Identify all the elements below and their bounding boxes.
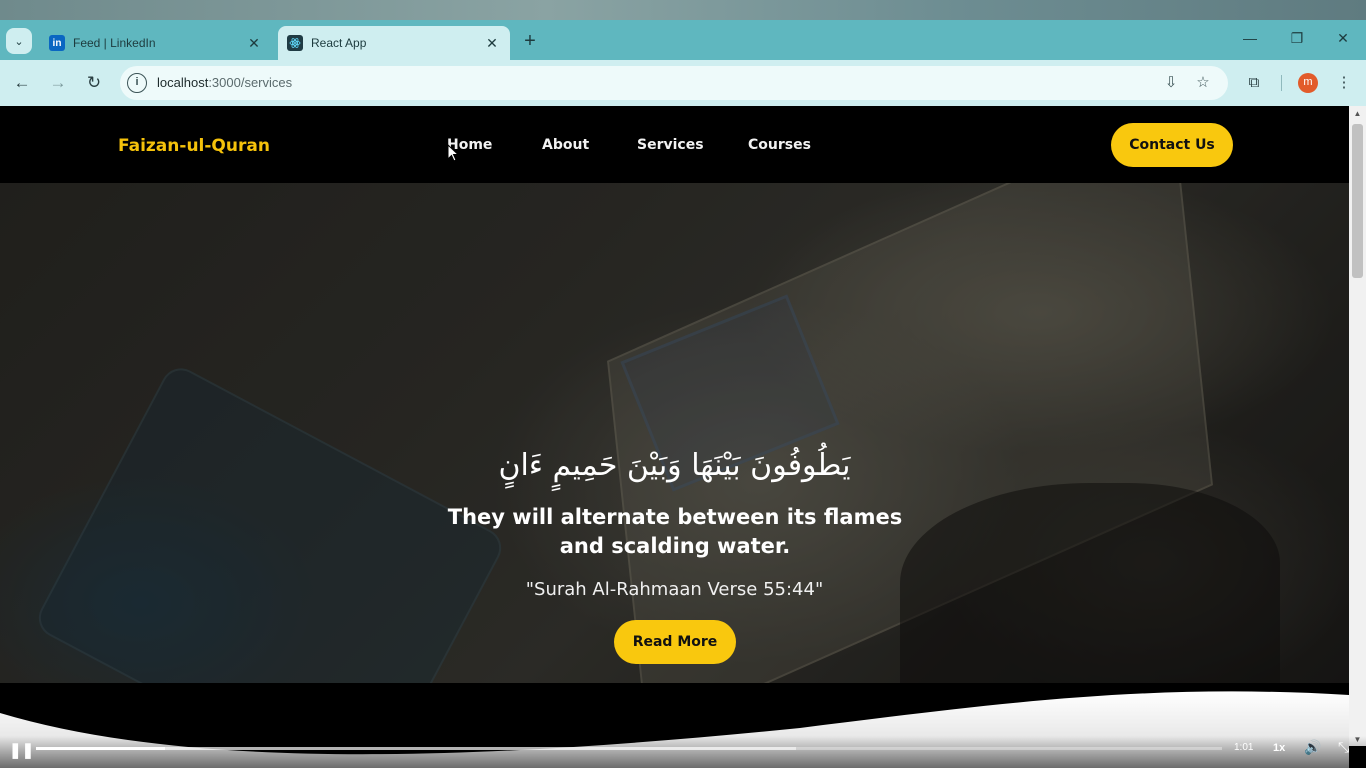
menu-kebab-icon[interactable]: ⋮ — [1333, 72, 1355, 94]
install-app-icon[interactable]: ⇩ — [1161, 73, 1181, 93]
nav-link-services[interactable]: Services — [637, 137, 704, 153]
scrollbar-thumb[interactable] — [1352, 124, 1363, 278]
playback-speed-button[interactable]: 1x — [1273, 742, 1285, 754]
close-tab-icon[interactable]: ✕ — [244, 35, 264, 52]
page-scrollbar[interactable]: ▲ ▼ — [1349, 106, 1366, 746]
hero-dark-overlay — [0, 183, 1349, 683]
tab-title: React App — [311, 36, 367, 50]
exit-fullscreen-icon[interactable]: ⤡ — [1338, 739, 1349, 756]
extensions-icon[interactable]: ⧉ — [1243, 72, 1265, 94]
site-navbar: Faizan-ul-Quran Home About Services Cour… — [0, 106, 1349, 183]
volume-icon[interactable]: 🔊 — [1304, 739, 1321, 756]
toolbar-divider — [1281, 75, 1282, 91]
video-time: 1:01 — [1234, 742, 1254, 753]
forward-arrow-icon[interactable]: → — [46, 71, 70, 95]
mouse-cursor-icon — [447, 144, 459, 162]
verse-translation: They will alternate between its flames a… — [447, 505, 903, 558]
browser-tab-bar: ⌄ in Feed | LinkedIn ✕ React App ✕ + — ❐… — [0, 20, 1366, 60]
tab-search-button[interactable]: ⌄ — [6, 28, 32, 54]
website-viewport: Faizan-ul-Quran Home About Services Cour… — [0, 106, 1349, 768]
react-icon — [287, 35, 303, 51]
site-info-icon[interactable]: i — [127, 73, 147, 93]
video-progress-bar[interactable] — [36, 747, 1222, 750]
profile-avatar[interactable]: m — [1298, 73, 1318, 93]
hero-section: يَطُوفُونَ بَيْنَهَا وَبَيْنَ حَمِيمٍ ءَ… — [0, 183, 1349, 683]
reload-icon[interactable]: ↻ — [82, 71, 106, 95]
close-tab-icon[interactable]: ✕ — [482, 35, 502, 52]
pause-icon[interactable]: ❚❚ — [9, 741, 34, 759]
contact-us-button[interactable]: Contact Us — [1111, 123, 1233, 167]
tab-linkedin[interactable]: in Feed | LinkedIn ✕ — [40, 26, 272, 60]
browser-toolbar: ← → ↻ i localhost:3000/services ⇩ ☆ ⧉ ⋮ — [0, 60, 1366, 106]
new-tab-button[interactable]: + — [518, 30, 542, 54]
tab-title: Feed | LinkedIn — [73, 36, 156, 50]
nav-link-courses[interactable]: Courses — [748, 137, 811, 153]
site-logo[interactable]: Faizan-ul-Quran — [118, 136, 270, 156]
close-window-icon[interactable]: ✕ — [1331, 30, 1355, 52]
linkedin-icon: in — [49, 35, 65, 51]
verse-reference: "Surah Al-Rahmaan Verse 55:44" — [525, 579, 824, 600]
back-arrow-icon[interactable]: ← — [10, 71, 34, 95]
address-bar[interactable]: i localhost:3000/services ⇩ ☆ — [120, 66, 1228, 100]
arabic-verse: يَطُوفُونَ بَيْنَهَا وَبَيْنَ حَمِيمٍ ءَ… — [498, 448, 851, 483]
url-host: localhost — [157, 75, 209, 90]
video-player-controls: ❚❚ 1:01 1x 🔊 ⤡ — [0, 736, 1366, 768]
url-path: :3000/services — [208, 75, 293, 90]
chevron-down-icon: ⌄ — [14, 35, 24, 48]
desktop-background-strip — [0, 0, 1366, 20]
restore-icon[interactable]: ❐ — [1285, 30, 1309, 52]
read-more-button[interactable]: Read More — [614, 620, 736, 664]
progress-played — [36, 747, 166, 750]
bookmark-star-icon[interactable]: ☆ — [1193, 73, 1213, 93]
scroll-up-arrow-icon[interactable]: ▲ — [1349, 109, 1366, 118]
minimize-icon[interactable]: — — [1238, 30, 1262, 52]
nav-link-about[interactable]: About — [542, 137, 589, 153]
url-text[interactable]: localhost:3000/services — [157, 75, 292, 90]
tab-react-app[interactable]: React App ✕ — [278, 26, 510, 60]
